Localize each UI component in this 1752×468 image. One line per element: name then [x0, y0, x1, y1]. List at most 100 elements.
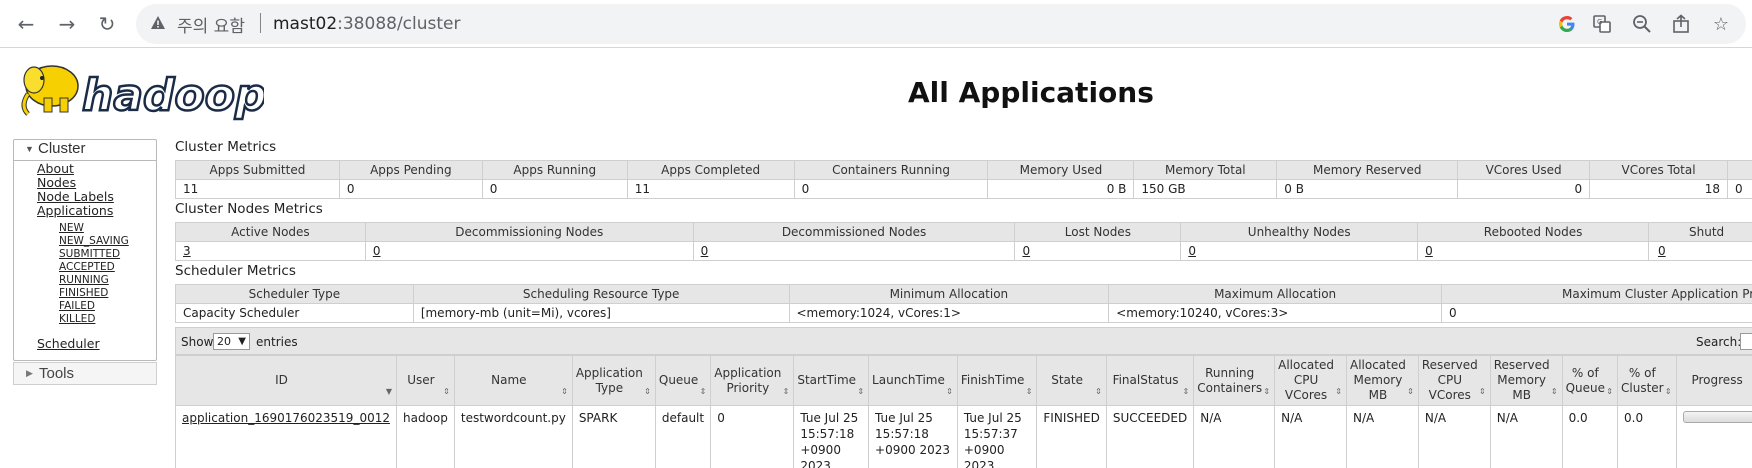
nav-state-running[interactable]: RUNNING — [59, 274, 109, 286]
table-cell: 0.0 — [1561, 405, 1619, 468]
column-header[interactable]: StartTime ⇕ — [793, 355, 870, 406]
sort-icon: ⇕ — [1664, 387, 1672, 396]
node-metric-link[interactable]: 0 — [1180, 241, 1419, 261]
warning-icon[interactable] — [150, 15, 166, 31]
node-metric-link[interactable]: 3 — [175, 241, 366, 261]
nav-state-finished[interactable]: FINISHED — [59, 287, 108, 299]
bookmark-star-icon[interactable]: ☆ — [1710, 13, 1732, 35]
zoom-out-icon[interactable] — [1631, 13, 1653, 35]
metric-header: Containers Running — [793, 160, 989, 180]
column-header[interactable]: Queue ⇕ — [654, 355, 712, 406]
column-header[interactable]: Name ⇕ — [453, 355, 573, 406]
column-header[interactable]: ID ▼ — [175, 355, 397, 406]
scheduler-metric-value: Capacity Scheduler — [175, 303, 414, 323]
back-icon[interactable]: ← — [11, 9, 41, 39]
nav-state-killed[interactable]: KILLED — [59, 313, 95, 325]
nav-link-about[interactable]: About — [37, 161, 74, 176]
nav-link-scheduler[interactable]: Scheduler — [37, 336, 100, 351]
nav-link-node-labels[interactable]: Node Labels — [37, 189, 114, 204]
cluster-nav-label: Cluster — [38, 140, 86, 157]
expand-triangle-icon: ▶ — [26, 368, 33, 378]
column-header[interactable]: User ⇕ — [395, 355, 455, 406]
show-label: Show — [181, 335, 214, 349]
nav-state-submitted[interactable]: SUBMITTED — [59, 248, 120, 260]
nav-link-nodes[interactable]: Nodes — [37, 175, 76, 190]
column-header-label: Allocated CPU VCores — [1278, 358, 1334, 402]
sort-icon: ⇕ — [782, 387, 790, 396]
node-metric-header: Decommissioned Nodes — [692, 222, 1016, 242]
nav-state-new-saving[interactable]: NEW_SAVING — [59, 235, 129, 247]
translate-icon[interactable]: G — [1591, 13, 1613, 35]
page-size-select[interactable]: 20 ▼ — [213, 333, 250, 350]
column-header[interactable]: Reserved CPU VCores ⇕ — [1417, 355, 1491, 406]
column-header[interactable]: State ⇕ — [1036, 355, 1107, 406]
metric-value: 0 B — [1276, 179, 1459, 199]
column-header[interactable]: Application Type ⇕ — [571, 355, 656, 406]
column-header[interactable]: % of Cluster ⇕ — [1617, 355, 1677, 406]
applications-header-row: ID ▼ User ⇕ Name ⇕ Application Type ⇕ Queue ⇕ Appl… — [175, 355, 1752, 406]
column-header[interactable]: Application Priority ⇕ — [710, 355, 795, 406]
application-id-link[interactable]: application_1690176023519_0012 — [175, 405, 397, 468]
scheduler-metric-value: <memory:10240, vCores:3> — [1108, 303, 1442, 323]
column-header[interactable]: LaunchTime ⇕ — [868, 355, 958, 406]
metric-value: 11 — [626, 179, 795, 199]
metric-header: Memory Total — [1133, 160, 1278, 180]
metric-header: Apps Pending — [338, 160, 483, 180]
column-header[interactable]: % of Queue ⇕ — [1561, 355, 1619, 406]
column-header[interactable]: FinishTime ⇕ — [956, 355, 1038, 406]
table-cell: Tue Jul 25 15:57:18 +0900 2023 — [868, 405, 958, 468]
column-header[interactable]: Running Containers ⇕ — [1193, 355, 1276, 406]
column-header[interactable]: Allocated Memory MB ⇕ — [1345, 355, 1419, 406]
url-text[interactable]: mast02:38088/cluster — [273, 14, 461, 34]
column-header-label: LaunchTime — [872, 373, 945, 387]
page-size-value: 20 — [217, 335, 231, 348]
sort-icon: ⇕ — [1025, 387, 1033, 396]
metric-header: Apps Completed — [626, 160, 795, 180]
node-metric-link[interactable]: 0 — [1014, 241, 1182, 261]
sort-icon: ⇕ — [561, 387, 568, 396]
sort-icon: ⇕ — [1606, 387, 1613, 396]
node-metric-header: Active Nodes — [175, 222, 366, 242]
security-label[interactable]: 주의 요함 — [177, 12, 245, 37]
entries-label: entries — [256, 335, 298, 349]
forward-icon[interactable]: → — [52, 9, 82, 39]
page-title: All Applications — [908, 76, 1154, 109]
collapse-triangle-icon: ▼ — [25, 144, 34, 154]
metric-header: Apps Submitted — [175, 160, 340, 180]
node-metric-link[interactable]: 0 — [1417, 241, 1649, 261]
table-cell: FINISHED — [1036, 405, 1107, 468]
table-cell: N/A — [1417, 405, 1491, 468]
column-header[interactable]: Allocated CPU VCores ⇕ — [1274, 355, 1347, 406]
nav-state-new[interactable]: NEW — [59, 222, 84, 234]
cluster-nav-header[interactable]: ▼ Cluster — [13, 139, 157, 161]
table-cell: default — [654, 405, 712, 468]
sort-icon: ⇕ — [1263, 387, 1271, 396]
nav-link-applications[interactable]: Applications — [37, 203, 113, 218]
tools-nav-header[interactable]: ▶ Tools — [13, 362, 157, 385]
browser-toolbar: ← → ↻ 주의 요함 mast02:38088/cluster G ☆ — [0, 0, 1752, 48]
apps-table-toolbar: Show 20 ▼ entries Search: — [175, 327, 1752, 355]
metric-header: VCores Used — [1457, 160, 1591, 180]
column-header-label: FinishTime — [960, 373, 1025, 387]
column-header[interactable]: FinalStatus ⇕ — [1105, 355, 1195, 406]
sort-icon: ⇕ — [443, 387, 450, 396]
node-metric-link[interactable]: 0 — [364, 241, 694, 261]
node-metrics-title: Cluster Nodes Metrics — [175, 201, 323, 217]
sort-icon: ⇕ — [946, 387, 953, 396]
google-icon[interactable] — [1556, 13, 1578, 35]
column-header-label: Application Type — [575, 365, 643, 395]
nav-state-accepted[interactable]: ACCEPTED — [59, 261, 115, 273]
column-header-label: Allocated Memory MB — [1349, 358, 1406, 402]
table-cell — [1675, 405, 1752, 468]
column-header[interactable]: Progress⇕ — [1675, 355, 1752, 406]
column-header-label: Application Priority — [714, 365, 782, 395]
reload-icon[interactable]: ↻ — [92, 9, 122, 39]
hadoop-logo: hadoop — [21, 65, 264, 122]
nav-state-failed[interactable]: FAILED — [59, 300, 95, 312]
column-header[interactable]: Reserved Memory MB ⇕ — [1489, 355, 1563, 406]
svg-text:G: G — [1597, 18, 1602, 26]
share-icon[interactable] — [1670, 13, 1692, 35]
node-metric-link[interactable]: 0 — [692, 241, 1016, 261]
search-input[interactable] — [1740, 333, 1752, 350]
node-metric-link[interactable]: 0 — [1648, 241, 1752, 261]
